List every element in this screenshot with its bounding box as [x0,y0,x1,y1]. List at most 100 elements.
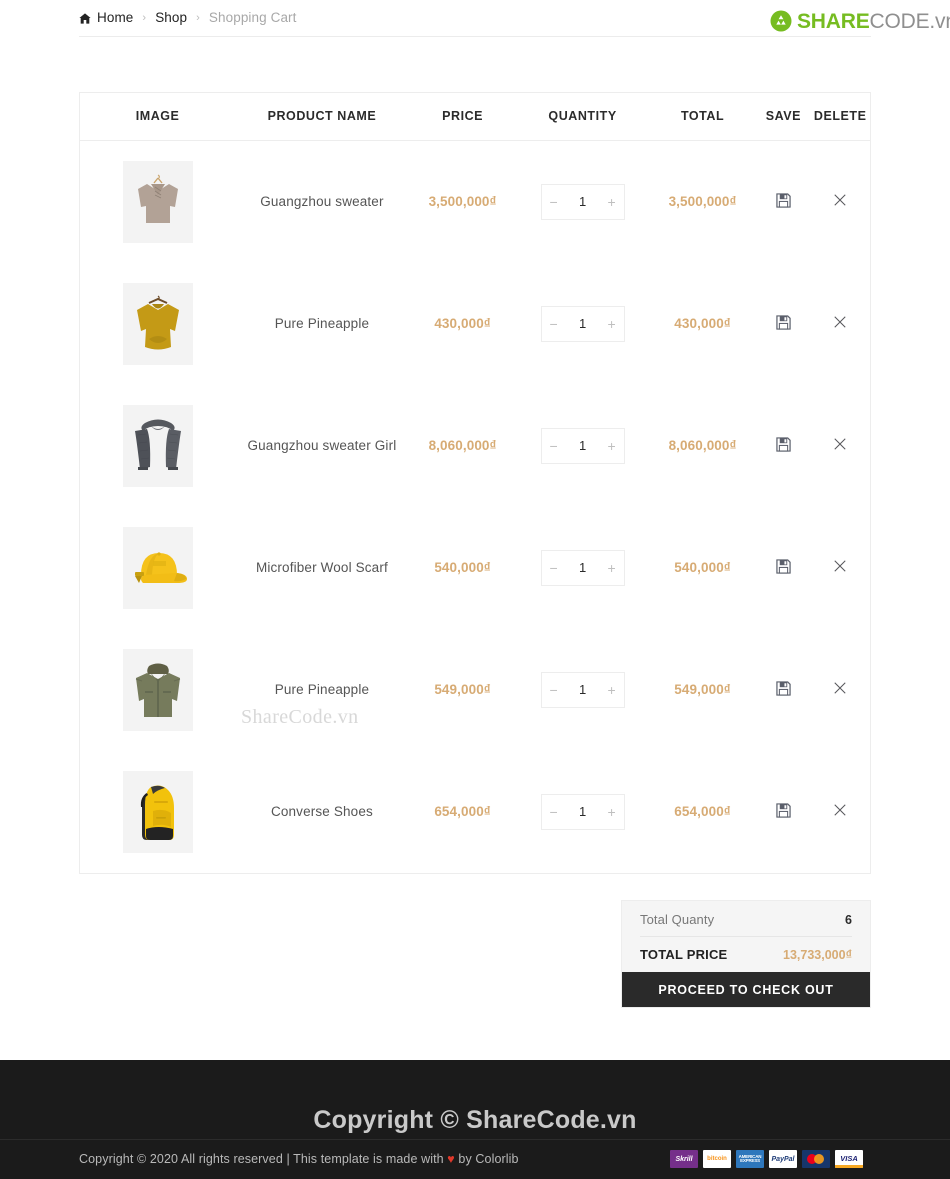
column-header-delete: DELETE [810,93,870,141]
delete-button[interactable] [833,803,847,817]
cell-delete [810,385,870,507]
table-row: Microfiber Wool Scarf 540,000₫ −1 +540,000₫ [80,507,870,629]
breadcrumb-home-link[interactable]: Home [79,10,133,25]
quantity-increment-button[interactable]: + [600,795,624,829]
quantity-stepper[interactable]: −1 + [540,183,625,220]
quantity-decrement-button[interactable]: − [542,551,566,585]
cell-delete [810,629,870,751]
close-x-icon [833,803,847,817]
breadcrumb-home-label: Home [97,10,134,25]
quantity-value: 1 [578,194,587,210]
save-button[interactable] [776,193,791,208]
delete-button[interactable] [833,193,847,207]
quantity-value: 1 [578,804,587,819]
cell-total: 3,500,000₫ [668,194,737,210]
quantity-increment-button[interactable]: + [600,551,624,585]
quantity-decrement-button[interactable]: − [542,307,566,341]
quantity-increment-button[interactable]: + [600,307,624,341]
save-button[interactable] [776,314,791,330]
cart-table: IMAGE PRODUCT NAME PRICE QUANTITY TOTAL … [80,93,870,873]
cart-table-head: IMAGE PRODUCT NAME PRICE QUANTITY TOTAL … [80,93,870,141]
footer-copyright-suffix: by [454,1152,476,1166]
quantity-increment-button[interactable]: + [600,673,624,707]
table-row: Pure Pineapple 549,000₫ −1 +549,000₫ [80,629,870,751]
breadcrumb-shop-link[interactable]: Shop [155,10,187,25]
cell-image [80,141,235,263]
cell-price: 540,000₫ [434,560,491,575]
quantity-value: 1 [578,438,587,453]
paypal-badge: PayPal [769,1150,797,1168]
quantity-decrement-button[interactable]: − [542,429,566,463]
quantity-decrement-button[interactable]: − [542,795,566,829]
footer-copyright: Copyright © 2020 All rights reserved | T… [79,1152,519,1166]
table-row: Converse Shoes 654,000₫ −1 +654,000₫ [80,751,870,873]
cell-image [80,385,235,507]
delete-button[interactable] [833,437,847,451]
quantity-stepper[interactable]: −1 + [540,305,625,342]
cell-quantity: −1 + [516,751,648,873]
home-icon [79,13,91,24]
mastercard-badge [802,1150,830,1168]
cell-image [80,507,235,629]
amex-badge: AMERICAN EXPRESS [736,1150,764,1168]
delete-button[interactable] [833,315,847,329]
bitcoin-badge: bitcoin [703,1150,731,1168]
close-x-icon [833,559,847,573]
product-thumbnail[interactable] [122,282,193,365]
cell-quantity: −1 + [516,629,648,751]
colorlib-link[interactable]: Colorlib [475,1152,518,1166]
floppy-disk-save-icon [776,314,791,330]
cell-save [756,751,810,873]
close-x-icon [833,437,847,451]
quantity-stepper[interactable]: −1 + [540,427,625,464]
site-logo[interactable]: SHARECODE.vn [770,10,950,32]
heart-icon: ♥ [447,1152,455,1166]
quantity-value: 1 [578,682,587,697]
cell-total: 430,000₫ [674,316,731,331]
quantity-increment-button[interactable]: + [600,429,624,463]
cell-product-name: Guangzhou sweater Girl [247,438,397,453]
quantity-stepper[interactable]: −1 + [540,671,625,708]
table-row: Guangzhou sweater Girl 8,060,000₫ −1 +8,060… [80,385,870,507]
column-header-image: IMAGE [80,93,236,141]
cell-price: 3,500,000₫ [428,194,497,210]
shopping-cart-page: Home › Shop › Shopping Cart SHARECODE.vn [0,0,950,1179]
cell-total: 8,060,000₫ [668,438,737,453]
footer-copyright-prefix: Copyright © 2020 All rights reserved | T… [79,1152,448,1166]
breadcrumb: Home › Shop › Shopping Cart [79,10,297,25]
close-x-icon [833,681,847,695]
save-button[interactable] [776,802,791,818]
cell-total: 549,000₫ [674,682,731,697]
product-thumbnail[interactable] [122,404,193,487]
save-button[interactable] [776,436,791,452]
quantity-decrement-button[interactable]: − [542,673,566,707]
cell-quantity: −1 + [516,385,648,507]
breadcrumb-divider [79,36,871,37]
cell-price: 549,000₫ [434,682,491,697]
total-quantity-label: Total Quanty [640,912,715,927]
quantity-decrement-button[interactable]: − [542,185,566,219]
table-row: Guangzhou sweater 3,500,000₫ −1 +3,500,000₫ [80,141,870,263]
delete-button[interactable] [833,559,847,573]
product-thumbnail[interactable] [122,160,193,243]
save-button[interactable] [776,558,791,574]
proceed-to-checkout-button[interactable]: PROCEED TO CHECK OUT [622,972,870,1007]
product-thumbnail[interactable] [122,648,193,731]
save-button[interactable] [776,680,791,696]
product-thumbnail[interactable] [122,770,193,853]
cell-product-name: Guangzhou sweater [260,194,384,210]
delete-button[interactable] [833,681,847,695]
quantity-value: 1 [578,316,587,331]
quantity-value: 1 [578,560,587,575]
logo-text: SHARECODE.vn [797,11,950,32]
total-price-value: 13,733,000₫ [783,947,852,962]
cart-table-body: Guangzhou sweater 3,500,000₫ −1 +3,500,000₫… [80,141,870,873]
column-header-total: TOTAL [648,93,757,141]
quantity-stepper[interactable]: −1 + [540,549,625,586]
quantity-stepper[interactable]: −1 + [540,793,625,830]
breadcrumb-current: Shopping Cart [208,10,297,25]
cell-image [80,629,235,751]
product-thumbnail[interactable] [122,526,193,609]
sharecode-recycle-icon [770,10,792,32]
quantity-increment-button[interactable]: + [600,185,624,219]
